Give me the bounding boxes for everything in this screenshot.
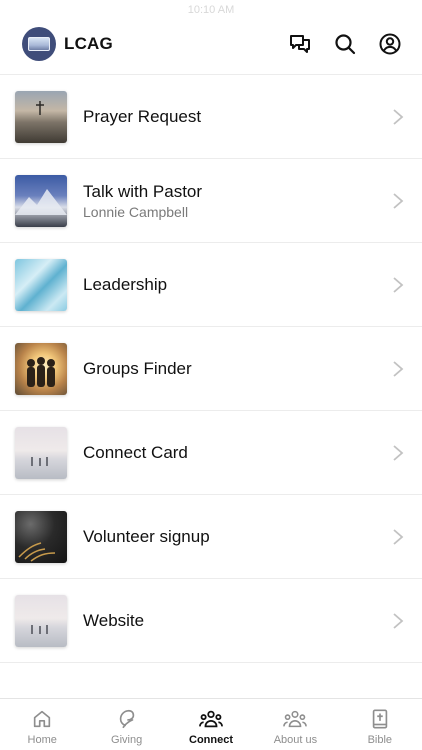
list-item-groups-finder[interactable]: Groups Finder xyxy=(0,327,422,411)
tab-label: Bible xyxy=(367,734,393,746)
connect-group-icon xyxy=(199,707,223,731)
chat-icon[interactable] xyxy=(288,32,312,56)
giving-icon xyxy=(115,707,139,731)
bible-icon xyxy=(368,707,392,731)
list-item-title: Prayer Request xyxy=(83,106,202,126)
list-item-title: Leadership xyxy=(83,274,168,294)
list-item-connect-card[interactable]: Connect Card xyxy=(0,411,422,495)
dark-grass-photo xyxy=(15,510,67,563)
list-item-title: Website xyxy=(83,610,145,630)
bottom-tab-bar: Home Giving Connect About us Bible xyxy=(0,698,422,750)
tab-label: About us xyxy=(273,734,318,746)
chevron-right-icon xyxy=(393,360,404,377)
list-item-leadership[interactable]: Leadership xyxy=(0,243,422,327)
tab-about-us[interactable]: About us xyxy=(253,699,337,750)
list-item-title: Talk with Pastor xyxy=(83,181,203,201)
chevron-right-icon xyxy=(393,444,404,461)
list-item-title: Volunteer signup xyxy=(83,526,210,546)
list-item-talk-with-pastor[interactable]: Talk with Pastor Lonnie Campbell xyxy=(0,159,422,243)
list-item-title: Connect Card xyxy=(83,442,188,462)
tab-home[interactable]: Home xyxy=(0,699,84,750)
friends-sunset-photo xyxy=(15,342,67,395)
chevron-right-icon xyxy=(393,276,404,293)
home-icon xyxy=(30,707,54,731)
tab-label: Giving xyxy=(111,734,143,746)
tab-bible[interactable]: Bible xyxy=(338,699,422,750)
chevron-right-icon xyxy=(393,528,404,545)
tab-label: Connect xyxy=(189,734,234,746)
list-item-website[interactable]: Website xyxy=(0,579,422,663)
list-item-subtitle: Lonnie Campbell xyxy=(83,203,189,220)
tab-giving[interactable]: Giving xyxy=(84,699,168,750)
app-name: LCAG xyxy=(64,34,113,53)
chevron-right-icon xyxy=(393,192,404,209)
foggy-beach-photo xyxy=(15,426,67,479)
profile-icon[interactable] xyxy=(378,32,402,56)
connect-list: Prayer Request Talk with Pastor Lonnie C… xyxy=(0,74,422,663)
app-header: LCAG xyxy=(0,22,422,66)
status-bar: 10:10 AM xyxy=(0,0,422,22)
mountain-cross-photo xyxy=(15,90,67,143)
list-item-title: Groups Finder xyxy=(83,358,192,378)
status-time: 10:10 AM xyxy=(187,4,235,16)
tab-connect[interactable]: Connect xyxy=(169,699,253,750)
about-group-icon xyxy=(283,707,308,731)
foggy-beach-photo xyxy=(15,594,67,647)
blue-water-photo xyxy=(15,258,67,311)
list-item-prayer-request[interactable]: Prayer Request xyxy=(0,75,422,159)
chevron-right-icon xyxy=(393,612,404,629)
list-item-volunteer-signup[interactable]: Volunteer signup xyxy=(0,495,422,579)
tab-label: Home xyxy=(27,734,57,746)
app-logo xyxy=(22,27,56,61)
search-icon[interactable] xyxy=(333,32,357,56)
chevron-right-icon xyxy=(393,108,404,125)
snowy-mountain-photo xyxy=(15,174,67,227)
